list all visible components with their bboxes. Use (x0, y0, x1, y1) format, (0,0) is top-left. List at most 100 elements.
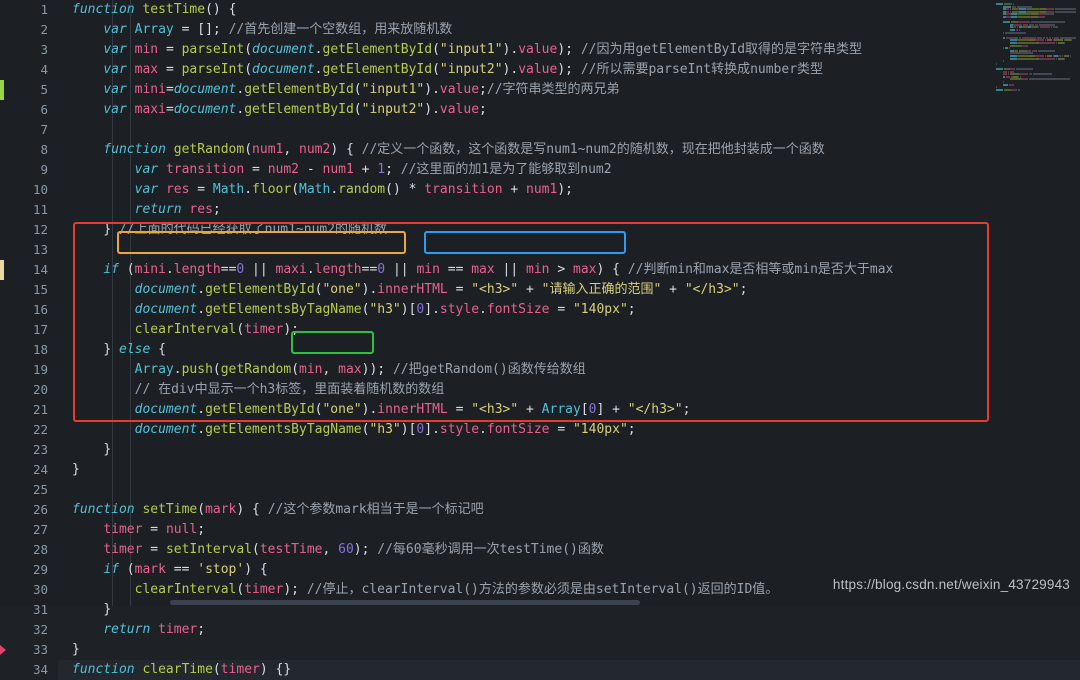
code-line[interactable]: return timer; (58, 620, 1080, 640)
line-number: 32 (32, 622, 48, 637)
line-number: 3 (40, 42, 48, 57)
code-line[interactable]: } (58, 640, 1080, 660)
minimap-token (1003, 36, 1005, 39)
minimap-token (1010, 57, 1017, 60)
line-number: 20 (32, 382, 48, 397)
code-line[interactable]: function getRandom(num1, num2) { //定义一个函… (58, 140, 1080, 160)
code-line[interactable] (58, 120, 1080, 140)
minimap-token (1010, 78, 1022, 81)
code-line[interactable]: document.getElementById("one").innerHTML… (58, 280, 1080, 300)
breakpoint-arrow-icon[interactable] (0, 645, 6, 655)
line-number: 15 (32, 282, 48, 297)
minimap-token (1036, 49, 1038, 52)
code-line[interactable]: var transition = num2 - num1 + 1; //这里面的… (58, 160, 1080, 180)
minimap-token (1043, 16, 1045, 18)
minimap-token (1017, 57, 1035, 60)
line-number: 22 (32, 422, 48, 437)
line-number: 8 (40, 142, 48, 157)
minimap-token (1018, 88, 1020, 91)
minimap-token (1055, 57, 1057, 60)
line-number: 30 (32, 582, 48, 597)
minimap-token (1056, 26, 1058, 29)
line-number: 10 (32, 182, 48, 197)
line-number: 7 (40, 122, 48, 137)
code-line[interactable]: document.getElementsByTagName("h3")[0].s… (58, 300, 1080, 320)
line-number: 16 (32, 302, 48, 317)
minimap-token (1048, 57, 1056, 60)
minimap-token (1063, 57, 1065, 60)
minimap-token (1048, 42, 1056, 44)
minimap-token (1003, 83, 1009, 86)
line-number: 24 (32, 462, 48, 477)
minimap-token (1017, 68, 1034, 70)
code-line[interactable]: var maxi=document.getElementById("input2… (58, 100, 1080, 120)
code-line[interactable]: var min = parseInt(document.getElementBy… (58, 40, 1080, 60)
minimap-token (1003, 60, 1004, 63)
code-line[interactable]: timer = setInterval(testTime, 60); //每60… (58, 540, 1080, 560)
code-line[interactable]: function testTime() { (58, 0, 1080, 20)
minimap-token (1032, 73, 1053, 76)
code-line[interactable]: clearInterval(timer); (58, 320, 1080, 340)
code-line[interactable]: } else { (58, 340, 1080, 360)
minimap-token (1028, 78, 1071, 81)
minimap-token (1004, 31, 1026, 34)
minimap-token (1010, 44, 1022, 47)
minimap-token (1054, 10, 1076, 13)
line-number: 17 (32, 322, 48, 337)
minimap-token (1026, 73, 1028, 76)
horizontal-scrollbar-track[interactable] (0, 599, 1080, 606)
code-line[interactable]: } //上面的代码已经获取了num1~num2的随机数 (58, 220, 1080, 240)
code-content[interactable]: function testTime() { var Array = []; //… (58, 0, 1080, 680)
minimap-token (996, 62, 997, 65)
code-line[interactable]: return res; (58, 200, 1080, 220)
minimap-token (1003, 21, 1010, 24)
code-editor: 1 2 3 4 5 6 7 8 9 10 11 12 13 14 15 16 17 18 19 20 21 22 23 24 2… (0, 0, 1080, 680)
minimap-token (1010, 16, 1018, 18)
line-number: 14 (32, 262, 48, 277)
change-marker[interactable] (0, 260, 4, 280)
editor-minimap[interactable] (992, 0, 1080, 606)
line-number: 1 (40, 2, 48, 17)
code-line[interactable]: function setTime(mark) { //这个参数mark相当于是一… (58, 500, 1080, 520)
code-line[interactable]: document.getElementsByTagName("h3")[0].s… (58, 420, 1080, 440)
code-line[interactable]: var max = parseInt(document.getElementBy… (58, 60, 1080, 80)
change-marker[interactable] (0, 80, 4, 100)
line-number: 34 (32, 662, 48, 677)
code-line[interactable]: } (58, 460, 1080, 480)
code-line[interactable]: } (58, 440, 1080, 460)
code-line[interactable]: document.getElementById("one").innerHTML… (58, 400, 1080, 420)
line-number: 12 (32, 222, 48, 237)
code-line[interactable]: var mini=document.getElementById("input1… (58, 80, 1080, 100)
minimap-token (1027, 44, 1028, 47)
code-line[interactable]: timer = null; (58, 520, 1080, 540)
code-line[interactable] (58, 480, 1080, 500)
code-line[interactable] (58, 240, 1080, 260)
code-line[interactable]: Array.push(getRandom(min, max)); //把getR… (58, 360, 1080, 380)
line-number: 25 (32, 482, 48, 497)
line-number: 23 (32, 442, 48, 457)
minimap-token (1016, 88, 1018, 91)
line-number: 33 (32, 642, 48, 657)
minimap-token (1003, 16, 1006, 18)
horizontal-scrollbar-thumb[interactable] (170, 600, 640, 605)
line-number: 9 (40, 162, 48, 177)
minimap-token (1020, 73, 1027, 76)
line-number: 29 (32, 562, 48, 577)
code-line[interactable]: // 在div中显示一个h3标签，里面装着随机数的数组 (58, 380, 1080, 400)
code-line[interactable]: if (mini.length==0 || maxi.length==0 || … (58, 260, 1080, 280)
code-line[interactable]: var Array = []; //首先创建一个空数组，用来放随机数 (58, 20, 1080, 40)
line-number: 2 (40, 22, 48, 37)
code-line[interactable]: function clearTime(timer) {} (58, 660, 1080, 680)
minimap-token (1038, 26, 1039, 29)
line-number: 5 (40, 82, 48, 97)
minimap-token (1003, 75, 1005, 78)
minimap-token (1018, 16, 1031, 18)
minimap-token (1041, 26, 1050, 29)
code-line[interactable]: var res = Math.floor(Math.random() * tra… (58, 180, 1080, 200)
minimap-token (1003, 88, 1012, 91)
editor-gutter[interactable]: 1 2 3 4 5 6 7 8 9 10 11 12 13 14 15 16 17 18 19 20 21 22 23 24 2… (0, 0, 58, 677)
watermark-text: https://blog.csdn.net/weixin_43729943 (832, 577, 1070, 592)
minimap-token (1013, 83, 1015, 86)
minimap-token (996, 88, 1003, 91)
line-number: 6 (40, 102, 48, 117)
